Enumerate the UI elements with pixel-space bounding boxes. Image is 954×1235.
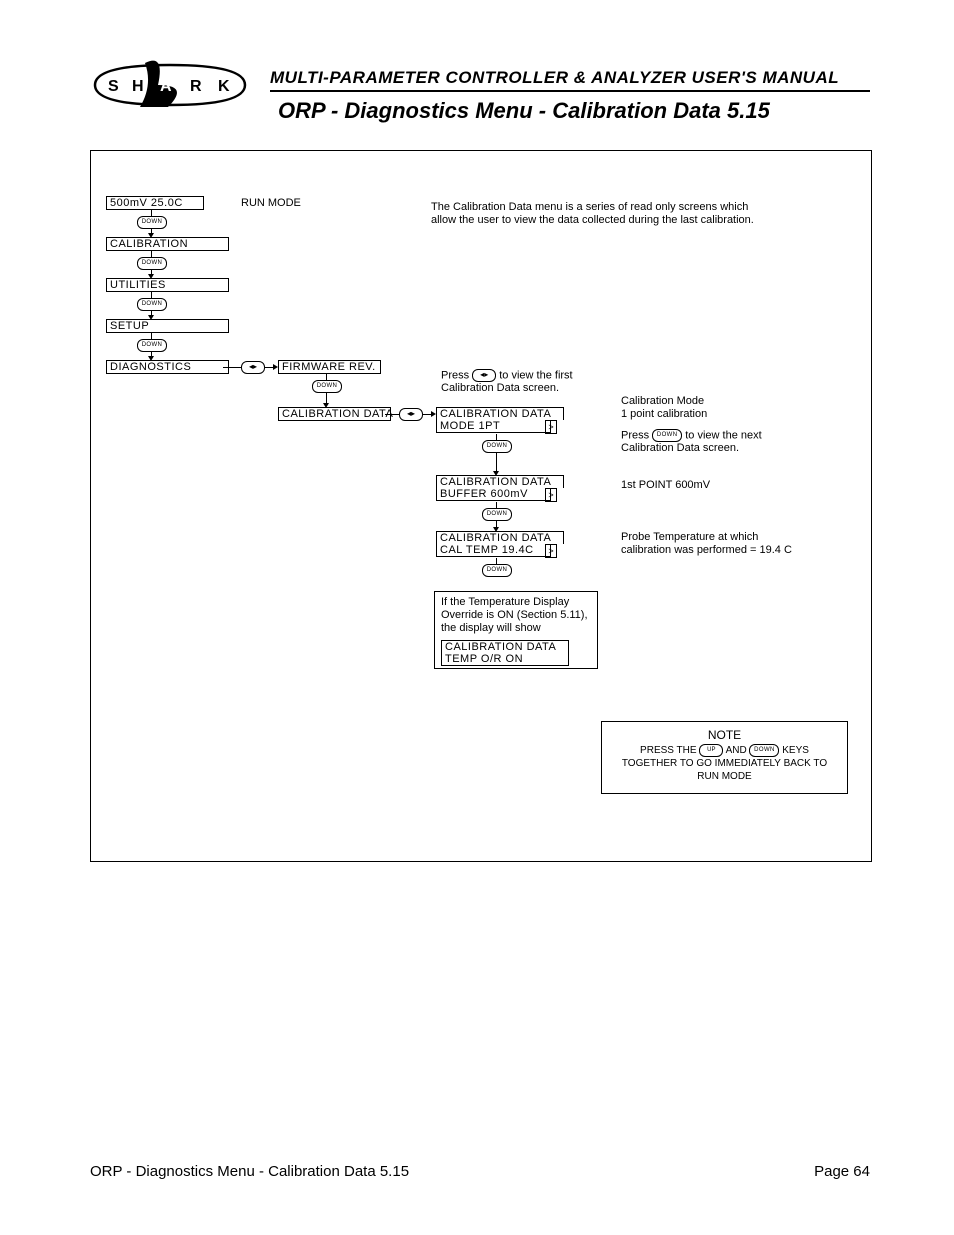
down-key-icon: DOWN: [482, 440, 512, 453]
down-key-icon: DOWN: [137, 339, 167, 352]
screen-mode-title: CALIBRATION DATA: [436, 407, 564, 420]
down-key-icon: DOWN: [312, 380, 342, 393]
desc-mode-press: Press DOWN to view the next Calibration …: [621, 429, 762, 455]
menu-setup: SETUP: [106, 319, 229, 333]
svg-text:A: A: [160, 78, 172, 95]
down-key-icon: DOWN: [137, 298, 167, 311]
right-key-icon: ◂▸: [472, 369, 496, 382]
desc-mode: Calibration Mode 1 point calibration: [621, 395, 707, 420]
right-key-icon: ◂▸: [399, 408, 423, 421]
note-title: NOTE: [612, 728, 837, 744]
shark-logo: S H A R K: [90, 55, 240, 110]
svg-text:S: S: [108, 78, 119, 95]
note-box: NOTE PRESS THE UP AND DOWN KEYS TOGETHER…: [601, 721, 848, 794]
right-indicator-icon: >: [545, 544, 557, 558]
press-right-hint: Press ◂▸ to view the first Calibration D…: [441, 369, 573, 395]
down-key-icon: DOWN: [749, 744, 779, 757]
menu-calibration: CALIBRATION: [106, 237, 229, 251]
page: S H A R K MULTI-PARAMETER CONTROLLER & A…: [0, 0, 954, 1235]
note-line2: TOGETHER TO GO IMMEDIATELY BACK TO: [612, 757, 837, 770]
diagram: The Calibration Data menu is a series of…: [90, 150, 872, 862]
svg-text:H: H: [132, 78, 144, 95]
down-key-icon: DOWN: [482, 508, 512, 521]
page-header: S H A R K MULTI-PARAMETER CONTROLLER & A…: [0, 0, 954, 130]
screen-caltemp-title: CALIBRATION DATA: [436, 531, 564, 544]
screen-buffer-title: CALIBRATION DATA: [436, 475, 564, 488]
down-key-icon: DOWN: [137, 216, 167, 229]
run-mode-label: RUN MODE: [241, 197, 301, 210]
hint-press: Press: [441, 369, 469, 381]
screen-mode-value: MODE 1PT: [436, 420, 551, 433]
screen-buffer-value: BUFFER 600mV: [436, 488, 551, 501]
header-rule: [270, 90, 870, 92]
hint-rest2: Calibration Data screen.: [441, 382, 559, 394]
hint-rest: to view the first: [499, 369, 572, 381]
desc-caltemp: Probe Temperature at which calibration w…: [621, 531, 801, 556]
down-key-icon: DOWN: [137, 257, 167, 270]
menu-utilities: UTILITIES: [106, 278, 229, 292]
footer-right: Page 64: [814, 1163, 870, 1180]
calibration-data: CALIBRATION DATA: [278, 407, 391, 421]
screen-caltemp-value: CAL TEMP 19.4C: [436, 544, 551, 557]
header-supertitle: MULTI-PARAMETER CONTROLLER & ANALYZER US…: [270, 68, 839, 88]
desc-buffer: 1st POINT 600mV: [621, 479, 710, 492]
down-key-icon: DOWN: [482, 564, 512, 577]
footer-left: ORP - Diagnostics Menu - Calibration Dat…: [90, 1163, 409, 1180]
right-indicator-icon: >: [545, 420, 557, 434]
up-key-icon: UP: [699, 744, 723, 757]
right-indicator-icon: >: [545, 488, 557, 502]
intro-text: The Calibration Data menu is a series of…: [431, 201, 761, 226]
svg-text:K: K: [218, 78, 230, 95]
svg-text:R: R: [190, 78, 202, 95]
header-title: ORP - Diagnostics Menu - Calibration Dat…: [278, 98, 770, 124]
screen-tempor-title: CALIBRATION DATA: [441, 640, 569, 653]
override-note-text: If the Temperature Display Override is O…: [441, 596, 591, 636]
run-display: 500mV 25.0C: [106, 196, 204, 210]
menu-diagnostics: DIAGNOSTICS: [106, 360, 229, 374]
note-line1: PRESS THE UP AND DOWN KEYS: [612, 744, 837, 757]
override-note: If the Temperature Display Override is O…: [434, 591, 598, 669]
right-key-icon: ◂▸: [241, 361, 265, 374]
screen-tempor-value: TEMP O/R ON: [441, 653, 569, 666]
firmware-rev: FIRMWARE REV.: [278, 360, 381, 374]
down-key-icon: DOWN: [652, 429, 682, 442]
note-line3: RUN MODE: [612, 770, 837, 783]
